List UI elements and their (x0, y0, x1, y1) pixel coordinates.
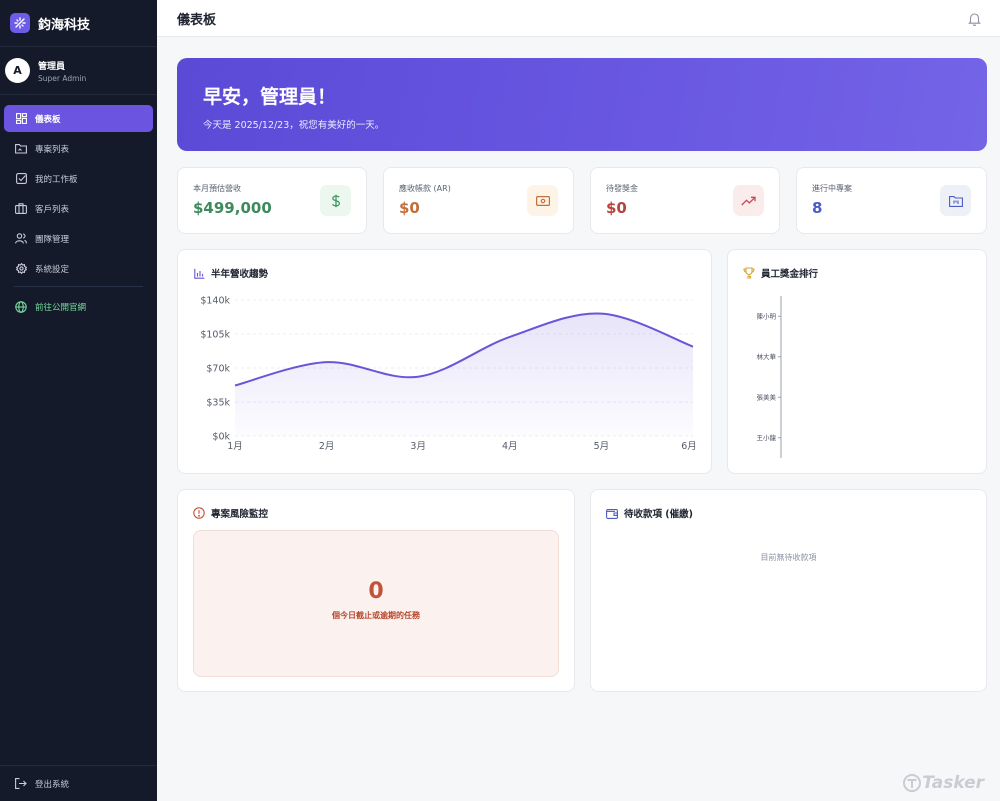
dashboard-icon (15, 113, 27, 125)
user-name: 管理員 (38, 61, 66, 72)
brand[interactable]: 鈞海科技 (0, 0, 157, 47)
sidebar-divider (14, 286, 143, 287)
panel-title: 待收款項 (催繳) (606, 506, 693, 520)
x-tick-label: 1月 (227, 441, 243, 452)
stat-card-bonus: 待發獎金 $0 (590, 167, 780, 234)
x-tick-label: 2月 (319, 441, 335, 452)
logout-icon (15, 778, 27, 790)
sidebar-item-label: 我的工作板 (35, 174, 78, 185)
folder-kanban-icon (940, 185, 971, 216)
tasker-watermark: Tasker (902, 773, 984, 793)
logout-label: 登出系統 (35, 779, 70, 790)
ranking-label: 陳小明 (757, 312, 777, 321)
logout-button[interactable]: 登出系統 (0, 765, 157, 801)
ranking-label: 林大華 (757, 352, 777, 361)
stat-card-receivable: 應收帳款 (AR) $0 (383, 167, 574, 234)
welcome-subtitle: 今天是 2025/12/23，祝您有美好的一天。 (203, 120, 385, 131)
risk-summary: 0 個今日截止或逾期的任務 (193, 530, 559, 677)
wallet-icon (606, 507, 618, 519)
ranking-label: 王小龍 (757, 433, 777, 442)
stat-card-revenue: 本月預估營收 $499,000 (177, 167, 367, 234)
cash-icon (527, 185, 558, 216)
risk-description: 個今日截止或逾期的任務 (332, 611, 420, 620)
tasker-logo-icon (903, 774, 922, 792)
public-site-label: 前往公開官網 (35, 302, 87, 313)
welcome-title: 早安，管理員！ (203, 86, 337, 108)
receivables-panel-title: 待收款項 (催繳) (624, 509, 693, 520)
dollar-icon (320, 185, 351, 216)
avatar: A (5, 58, 30, 83)
user-profile: A 管理員 Super Admin (0, 47, 157, 95)
trend-up-icon (733, 185, 764, 216)
x-tick-label: 3月 (410, 441, 426, 452)
gear-icon (15, 263, 27, 275)
sidebar-item-label: 團隊管理 (35, 234, 70, 245)
sidebar-item-projects[interactable]: 專案列表 (4, 135, 153, 162)
sidebar-item-my-board[interactable]: 我的工作板 (4, 165, 153, 192)
top-bar: 儀表板 (157, 0, 1000, 37)
stat-card-projects: 進行中專案 8 (796, 167, 987, 234)
sidebar-item-label: 系統設定 (35, 264, 70, 275)
y-tick-label: $140k (200, 296, 230, 307)
receivables-empty-text: 目前無待收款項 (760, 553, 817, 562)
checkbox-icon (15, 173, 27, 185)
welcome-banner: 早安，管理員！ 今天是 2025/12/23，祝您有美好的一天。 (177, 58, 987, 151)
x-tick-label: 6月 (681, 441, 697, 452)
receivables-panel: 待收款項 (催繳) 目前無待收款項 (590, 489, 987, 692)
bell-icon[interactable] (968, 11, 982, 27)
page-title: 儀表板 (177, 12, 217, 28)
y-tick-label: $35k (206, 398, 230, 409)
project-risk-panel: 專案風險監控 0 個今日截止或逾期的任務 (177, 489, 575, 692)
public-site-link[interactable]: 前往公開官網 (4, 293, 153, 320)
revenue-area (235, 313, 693, 436)
x-tick-label: 4月 (502, 441, 518, 452)
user-role: Super Admin (38, 73, 87, 83)
folder-icon (15, 143, 27, 155)
revenue-trend-panel: 半年營收趨勢 $0k $35k $70k $105k $140k 1月 2月 3月 4月 5月 6月 (177, 249, 712, 474)
sidebar-nav: 儀表板 專案列表 我的工作板 客戶列表 團隊管理 系統設定 前往公開官網 (0, 95, 157, 320)
briefcase-icon (15, 203, 27, 215)
x-tick-label: 5月 (594, 441, 610, 452)
revenue-chart: $0k$35k$70k$105k$140k1月 2月 3月 4月 5月 6月 (200, 296, 697, 453)
users-icon (15, 233, 27, 245)
risk-count: 0 (368, 579, 384, 604)
ranking-label: 張美美 (757, 393, 777, 402)
y-tick-label: $105k (200, 330, 230, 341)
brand-logo-icon (10, 13, 30, 33)
panel-title: 專案風險監控 (193, 506, 268, 520)
sidebar-item-clients[interactable]: 客戶列表 (4, 195, 153, 222)
sidebar-item-label: 專案列表 (35, 144, 70, 155)
brand-name: 鈞海科技 (38, 17, 91, 33)
y-tick-label: $70k (206, 364, 230, 375)
sidebar-item-label: 客戶列表 (35, 204, 70, 215)
watermark-text: Tasker (922, 773, 984, 793)
bonus-ranking-panel: 員工獎金排行 陳小明 林大華 張美美 王小龍 (727, 249, 987, 474)
sidebar-item-settings[interactable]: 系統設定 (4, 255, 153, 282)
sidebar-item-team[interactable]: 團隊管理 (4, 225, 153, 252)
sidebar: 鈞海科技 A 管理員 Super Admin 儀表板 專案列表 我的工作板 客戶… (0, 0, 157, 801)
globe-icon (15, 300, 27, 313)
risk-panel-title: 專案風險監控 (211, 509, 269, 520)
sidebar-item-dashboard[interactable]: 儀表板 (4, 105, 153, 132)
alert-circle-icon (193, 507, 205, 519)
sidebar-item-label: 儀表板 (35, 114, 61, 125)
ranking-chart: 陳小明林大華張美美王小龍 (757, 296, 782, 458)
